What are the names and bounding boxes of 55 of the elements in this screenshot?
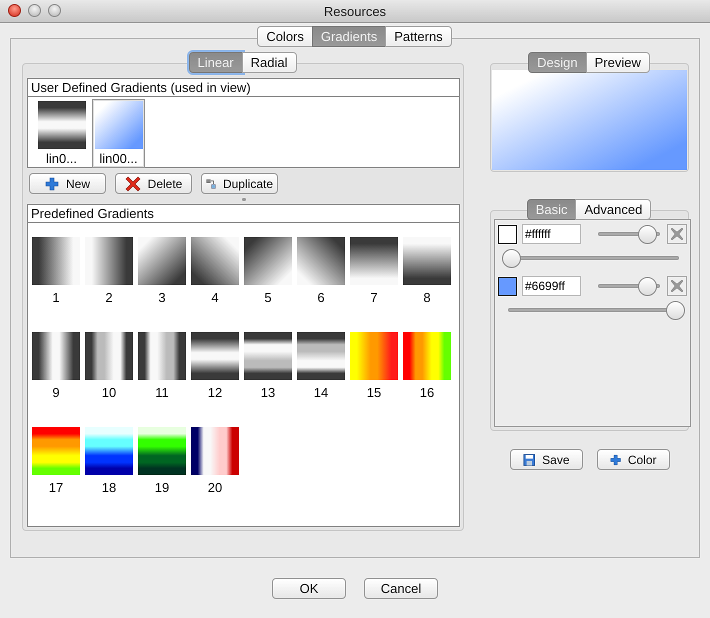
action-button[interactable]: Duplicate (201, 173, 278, 194)
zoom-button[interactable] (48, 4, 61, 17)
close-button[interactable] (8, 4, 21, 17)
gradient-item[interactable]: 15 (350, 332, 398, 419)
gradient-item[interactable]: 2 (85, 237, 133, 324)
color-field[interactable]: #ffffff (522, 224, 581, 244)
tab[interactable]: Advanced (575, 199, 652, 220)
plus-icon (44, 176, 59, 190)
remove-button[interactable] (667, 224, 687, 244)
gradient-item[interactable]: 3 (138, 237, 186, 324)
tab[interactable]: Preview (586, 52, 650, 73)
close-icon (670, 227, 684, 241)
position-slider[interactable] (502, 248, 679, 268)
action-button[interactable]: Save (510, 449, 582, 470)
gradient-item[interactable]: lin0... (35, 99, 88, 168)
dialog-button[interactable]: Cancel (364, 578, 438, 599)
gradient-item[interactable]: 5 (244, 237, 292, 324)
tab[interactable]: Colors (257, 26, 313, 47)
save-icon (522, 452, 536, 466)
gradient-item[interactable]: 16 (403, 332, 451, 419)
tab[interactable]: Radial (242, 52, 296, 73)
splitter-handle[interactable] (242, 198, 246, 201)
gradient-item[interactable]: 8 (403, 237, 451, 324)
gradient-item[interactable]: 17 (32, 427, 80, 514)
remove-button[interactable] (667, 276, 687, 296)
minimize-button[interactable] (28, 4, 41, 17)
gradient-item[interactable]: 9 (32, 332, 80, 419)
color-swatch[interactable] (498, 276, 517, 296)
gradient-item[interactable]: lin00... (92, 99, 145, 168)
delete-icon (124, 176, 141, 192)
tab[interactable]: Patterns (385, 26, 452, 47)
action-button[interactable]: Color (596, 449, 670, 470)
gradient-item[interactable]: 1 (32, 237, 80, 324)
gradient-item[interactable]: 20 (191, 427, 239, 514)
color-swatch[interactable] (498, 224, 517, 244)
gradient-item[interactable]: 13 (244, 332, 292, 419)
color-field[interactable]: #6699ff (522, 276, 581, 296)
gradient-item[interactable]: 18 (85, 427, 133, 514)
gradient-item[interactable]: 11 (138, 332, 186, 419)
gradient-item[interactable]: 12 (191, 332, 239, 419)
opacity-slider[interactable] (598, 276, 660, 296)
gradient-item[interactable]: 4 (191, 237, 239, 324)
gradient-item[interactable]: 14 (297, 332, 345, 419)
gradient-item[interactable]: 7 (350, 237, 398, 324)
close-icon (670, 279, 684, 293)
gradient-item[interactable]: 19 (138, 427, 186, 514)
action-button[interactable]: Delete (115, 173, 192, 194)
gradient-item[interactable]: 6 (297, 237, 345, 324)
position-slider[interactable] (508, 300, 685, 320)
gradient-item[interactable]: 10 (85, 332, 133, 419)
opacity-slider[interactable] (598, 224, 660, 244)
plus-icon (610, 452, 621, 466)
window-title: Resources (324, 4, 386, 18)
action-button[interactable]: New (29, 173, 106, 194)
dialog-button[interactable]: OK (272, 578, 346, 599)
